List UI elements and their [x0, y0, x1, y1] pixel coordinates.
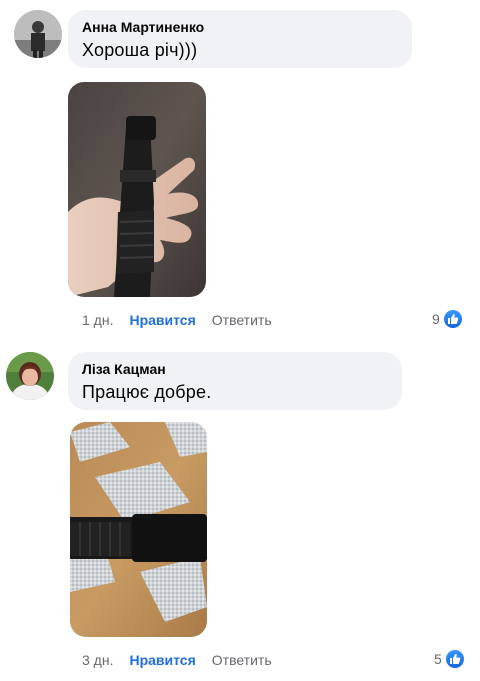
comment-1: Анна Мартиненко Хороша річ))) 1 дн. Нрав… [0, 0, 480, 335]
attached-photo[interactable] [68, 82, 206, 297]
avatar[interactable] [6, 352, 54, 400]
reaction-summary[interactable]: 9 [432, 310, 462, 328]
comment-time[interactable]: 1 дн. [82, 312, 113, 328]
attached-photo[interactable] [70, 422, 207, 637]
avatar[interactable] [14, 10, 62, 58]
comment-text: Працює добре. [82, 382, 212, 402]
thumbs-up-icon [445, 650, 464, 668]
author-name[interactable]: Ліза Кацман [82, 360, 388, 378]
comment-bubble: Ліза Кацман Працює добре. [68, 352, 402, 410]
like-button[interactable]: Нравится [129, 312, 195, 328]
comment-actions: 3 дн. Нравится Ответить [82, 651, 272, 669]
comment-time[interactable]: 3 дн. [82, 652, 113, 668]
comment-2: Ліза Кацман Працює добре. 3 дн. Нравится… [0, 340, 480, 681]
thumbs-up-icon [443, 310, 462, 328]
comment-actions: 1 дн. Нравится Ответить [82, 311, 272, 329]
reaction-summary[interactable]: 5 [434, 650, 464, 668]
author-name[interactable]: Анна Мартиненко [82, 18, 398, 36]
like-button[interactable]: Нравится [129, 652, 195, 668]
comment-bubble: Анна Мартиненко Хороша річ))) [68, 10, 412, 68]
reply-button[interactable]: Ответить [212, 652, 272, 668]
reaction-count: 5 [434, 651, 442, 667]
reply-button[interactable]: Ответить [212, 312, 272, 328]
reaction-count: 9 [432, 311, 440, 327]
comment-text: Хороша річ))) [82, 40, 198, 60]
